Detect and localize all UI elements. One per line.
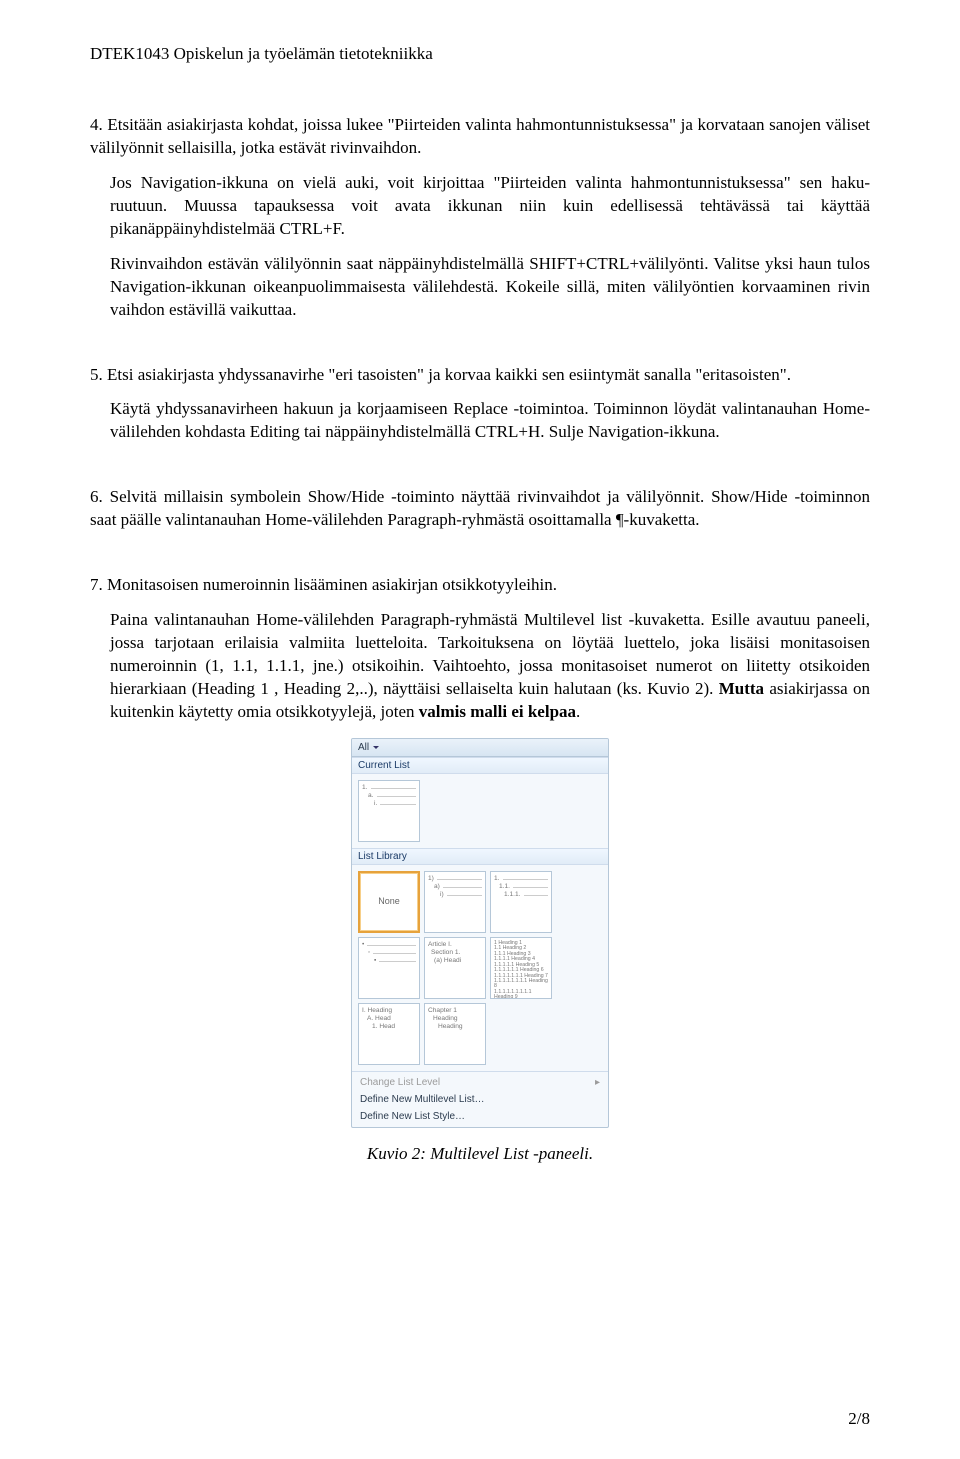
- opt-line: 1.: [362, 784, 368, 792]
- item-number: 6.: [90, 487, 103, 506]
- menu-define-new-multilevel-list[interactable]: Define New Multilevel List…: [352, 1091, 608, 1108]
- multilevel-list-panel-wrap: All Current List 1. a. i. List Library N…: [90, 738, 870, 1128]
- list-item-4: 4. Etsitään asiakirjasta kohdat, joissa …: [90, 114, 870, 322]
- item-4-p3: Rivinvaihdon estävän välilyönnin saat nä…: [110, 253, 870, 322]
- opt-line: a.: [368, 792, 374, 800]
- item-5-p2: Käytä yhdyssanavirheen hakuun ja korjaam…: [110, 398, 870, 444]
- current-list-grid: 1. a. i.: [352, 774, 608, 848]
- panel-top-row[interactable]: All: [352, 739, 608, 757]
- list-option[interactable]: • ◦ ▪: [358, 937, 420, 999]
- list-library-grid: None 1) a) i) 1. 1.1. 1.1.1. • ◦ ▪: [352, 865, 608, 1071]
- opt-line: Chapter 1: [428, 1007, 457, 1015]
- section-current-list: Current List: [352, 757, 608, 774]
- opt-line: A. Head: [367, 1015, 391, 1023]
- menu-label: Change List Level: [360, 1077, 440, 1088]
- opt-line: ▪: [374, 957, 376, 965]
- item-7-p2d: valmis malli ei kelpaa: [419, 702, 576, 721]
- opt-line: 1.1.: [499, 883, 510, 891]
- opt-line: i.: [374, 800, 377, 808]
- list-item-7: 7. Monitasoisen numeroinnin lisääminen a…: [90, 574, 870, 724]
- item-7-p1: Monitasoisen numeroinnin lisääminen asia…: [107, 575, 557, 594]
- opt-line: 1.1.1.: [504, 891, 521, 899]
- menu-change-list-level: Change List Level ▸: [352, 1074, 608, 1091]
- opt-line: Section 1.: [431, 949, 460, 957]
- list-option[interactable]: Article I. Section 1. (a) Headi: [424, 937, 486, 999]
- opt-line: •: [362, 941, 364, 949]
- current-list-option[interactable]: 1. a. i.: [358, 780, 420, 842]
- list-option[interactable]: 1. 1.1. 1.1.1.: [490, 871, 552, 933]
- figure-caption: Kuvio 2: Multilevel List -paneeli.: [90, 1144, 870, 1164]
- page-header: DTEK1043 Opiskelun ja työelämän tietotek…: [90, 44, 870, 64]
- document-page: DTEK1043 Opiskelun ja työelämän tietotek…: [0, 0, 960, 1459]
- list-item-6: 6. Selvitä millaisin symbolein Show/Hide…: [90, 486, 870, 532]
- list-option[interactable]: 1) a) i): [424, 871, 486, 933]
- item-number: 5.: [90, 365, 103, 384]
- opt-line: 1): [428, 875, 434, 883]
- list-option[interactable]: I. Heading A. Head 1. Head: [358, 1003, 420, 1065]
- list-option-heading-hierarchy[interactable]: 1 Heading 1 1.1 Heading 2 1.1.1 Heading …: [490, 937, 552, 999]
- item-number: 4.: [90, 115, 103, 134]
- opt-line: i): [440, 891, 444, 899]
- section-list-library: List Library: [352, 848, 608, 865]
- menu-define-new-list-style[interactable]: Define New List Style…: [352, 1108, 608, 1125]
- item-5-p1: Etsi asiakirjasta yhdyssanavirhe "eri ta…: [107, 365, 791, 384]
- list-item-5: 5. Etsi asiakirjasta yhdyssanavirhe "eri…: [90, 364, 870, 445]
- multilevel-list-panel: All Current List 1. a. i. List Library N…: [351, 738, 609, 1128]
- item-6-p1: Selvitä millaisin symbolein Show/Hide -t…: [90, 487, 870, 529]
- page-number: 2/8: [848, 1409, 870, 1429]
- chevron-right-icon: ▸: [595, 1077, 600, 1088]
- chevron-down-icon: [373, 746, 379, 749]
- none-label: None: [378, 896, 400, 907]
- item-7-p2: Paina valintanauhan Home-välilehden Para…: [110, 609, 870, 724]
- opt-line: Article I.: [428, 941, 452, 949]
- item-number: 7.: [90, 575, 103, 594]
- item-4-p1: Etsitään asiakirjasta kohdat, joissa luk…: [90, 115, 870, 157]
- opt-line: Heading: [438, 1023, 463, 1031]
- opt-line: a): [434, 883, 440, 891]
- opt-line: I. Heading: [362, 1007, 392, 1015]
- list-option[interactable]: Chapter 1 Heading Heading: [424, 1003, 486, 1065]
- panel-menu: Change List Level ▸ Define New Multileve…: [352, 1071, 608, 1127]
- item-7-p2e: .: [576, 702, 580, 721]
- opt-line: 1. Head: [372, 1023, 395, 1031]
- opt-line: Heading: [433, 1015, 458, 1023]
- list-option-none[interactable]: None: [358, 871, 420, 933]
- opt-line: 1.1.1.1.1.1.1.1.1 Heading 9: [494, 990, 548, 999]
- opt-line: ◦: [368, 949, 370, 957]
- item-4-p2: Jos Navigation-ikkuna on vielä auki, voi…: [110, 172, 870, 241]
- item-7-p2b: Mutta: [719, 679, 764, 698]
- all-label: All: [358, 742, 369, 753]
- opt-line: 1.: [494, 875, 500, 883]
- opt-line: (a) Headi: [434, 957, 461, 965]
